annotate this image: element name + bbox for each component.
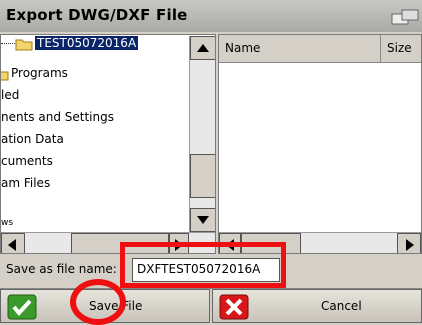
column-header-size[interactable]: Size	[381, 35, 421, 62]
button-bar: Save File Cancel	[0, 288, 422, 323]
column-header-name[interactable]: Name	[219, 35, 381, 62]
tree-item-label: ation Data	[1, 132, 64, 146]
tree-item-label: TEST05072016A	[35, 36, 139, 50]
arrow-down-icon	[197, 216, 209, 224]
arrow-left-icon	[8, 239, 16, 251]
arrow-right-icon	[406, 239, 414, 251]
tree-item-label: cuments	[1, 154, 53, 168]
arrow-up-icon	[197, 44, 209, 52]
checkmark-icon	[7, 294, 37, 320]
scroll-left-button[interactable]	[1, 233, 25, 253]
save-as-label: Save as file name:	[6, 262, 117, 276]
scroll-right-button[interactable]	[397, 233, 421, 253]
folder-tree[interactable]: TEST05072016A Programs led nents and Set…	[0, 34, 216, 254]
file-list[interactable]: Name Size	[218, 34, 422, 254]
tree-item-label: led	[1, 88, 20, 102]
annotation-circle	[70, 279, 126, 325]
tree-item-label: Programs	[11, 66, 68, 80]
annotation-rectangle	[120, 242, 286, 288]
tree-vertical-scrollbar[interactable]	[189, 36, 215, 234]
cancel-label: Cancel	[321, 299, 362, 313]
folder-icon	[1, 71, 9, 81]
tree-item-label: am Files	[1, 176, 51, 190]
scroll-up-button[interactable]	[190, 36, 215, 60]
scroll-down-button[interactable]	[190, 208, 215, 232]
list-header: Name Size	[219, 35, 421, 63]
title-bar: Export DWG/DXF File	[0, 0, 422, 32]
folder-icon	[15, 39, 33, 51]
tree-item-label: ws	[1, 218, 14, 228]
window-title: Export DWG/DXF File	[6, 6, 188, 24]
cancel-x-icon	[219, 294, 249, 320]
cancel-button[interactable]: Cancel	[212, 289, 422, 323]
tree-item-label: nents and Settings	[1, 110, 114, 124]
scroll-thumb[interactable]	[190, 154, 215, 198]
app-logo-icon	[391, 9, 419, 25]
